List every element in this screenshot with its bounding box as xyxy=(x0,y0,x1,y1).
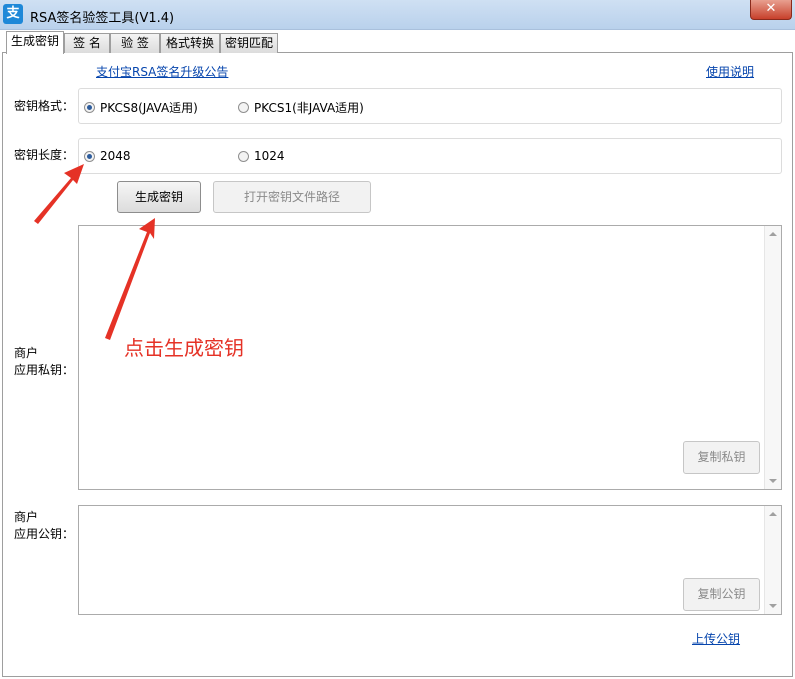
tab-key-match[interactable]: 密钥匹配 xyxy=(220,33,278,53)
title-bar: 支 RSA签名验签工具(V1.4) ✕ xyxy=(0,0,795,30)
key-format-label: 密钥格式： xyxy=(14,99,75,113)
scroll-up-icon[interactable] xyxy=(769,512,777,516)
copy-public-key-button[interactable]: 复制公钥 xyxy=(683,578,760,611)
tab-format-convert[interactable]: 格式转换 xyxy=(160,33,220,53)
radio-label: 1024 xyxy=(254,149,285,163)
public-key-label-line1: 商户 xyxy=(14,510,39,524)
radio-unchecked-icon xyxy=(238,150,249,162)
scroll-down-icon[interactable] xyxy=(769,479,777,483)
window-title: RSA签名验签工具(V1.4) xyxy=(30,11,175,26)
key-length-label: 密钥长度： xyxy=(14,148,75,162)
radio-label: 2048 xyxy=(100,149,131,163)
tab-generate-key[interactable]: 生成密钥 xyxy=(6,31,64,54)
private-key-scrollbar[interactable] xyxy=(764,226,781,489)
radio-1024[interactable]: 1024 xyxy=(238,149,285,163)
alipay-logo-icon: 支 xyxy=(3,4,23,24)
public-key-label-line2: 应用公钥： xyxy=(14,527,75,541)
announcement-link[interactable]: 支付宝RSA签名升级公告 xyxy=(96,63,228,80)
annotation-text: 点击生成密钥 xyxy=(124,336,244,360)
generate-key-button[interactable]: 生成密钥 xyxy=(117,181,201,213)
radio-label: PKCS8(JAVA适用) xyxy=(100,101,198,115)
radio-pkcs1[interactable]: PKCS1(非JAVA适用) xyxy=(238,99,364,116)
private-key-label-line2: 应用私钥： xyxy=(14,363,75,377)
radio-checked-icon xyxy=(84,150,95,162)
copy-private-key-button[interactable]: 复制私钥 xyxy=(683,441,760,474)
radio-checked-icon xyxy=(84,102,95,113)
radio-pkcs8[interactable]: PKCS8(JAVA适用) xyxy=(84,99,198,116)
open-key-path-button[interactable]: 打开密钥文件路径 xyxy=(213,181,371,213)
tab-strip: 生成密钥 签 名 验 签 格式转换 密钥匹配 xyxy=(2,31,793,54)
radio-unchecked-icon xyxy=(238,102,249,113)
upload-public-key-link[interactable]: 上传公钥 xyxy=(692,630,740,647)
radio-label: PKCS1(非JAVA适用) xyxy=(254,101,364,115)
scroll-up-icon[interactable] xyxy=(769,232,777,236)
public-key-scrollbar[interactable] xyxy=(764,506,781,614)
tab-verify[interactable]: 验 签 xyxy=(110,33,160,53)
close-button[interactable]: ✕ xyxy=(750,0,792,20)
help-link[interactable]: 使用说明 xyxy=(706,63,754,80)
key-length-group xyxy=(78,138,782,174)
radio-2048[interactable]: 2048 xyxy=(84,149,131,163)
scroll-down-icon[interactable] xyxy=(769,604,777,608)
tab-sign[interactable]: 签 名 xyxy=(64,33,110,53)
private-key-label-line1: 商户 xyxy=(14,346,39,360)
public-key-textarea[interactable] xyxy=(78,505,782,615)
